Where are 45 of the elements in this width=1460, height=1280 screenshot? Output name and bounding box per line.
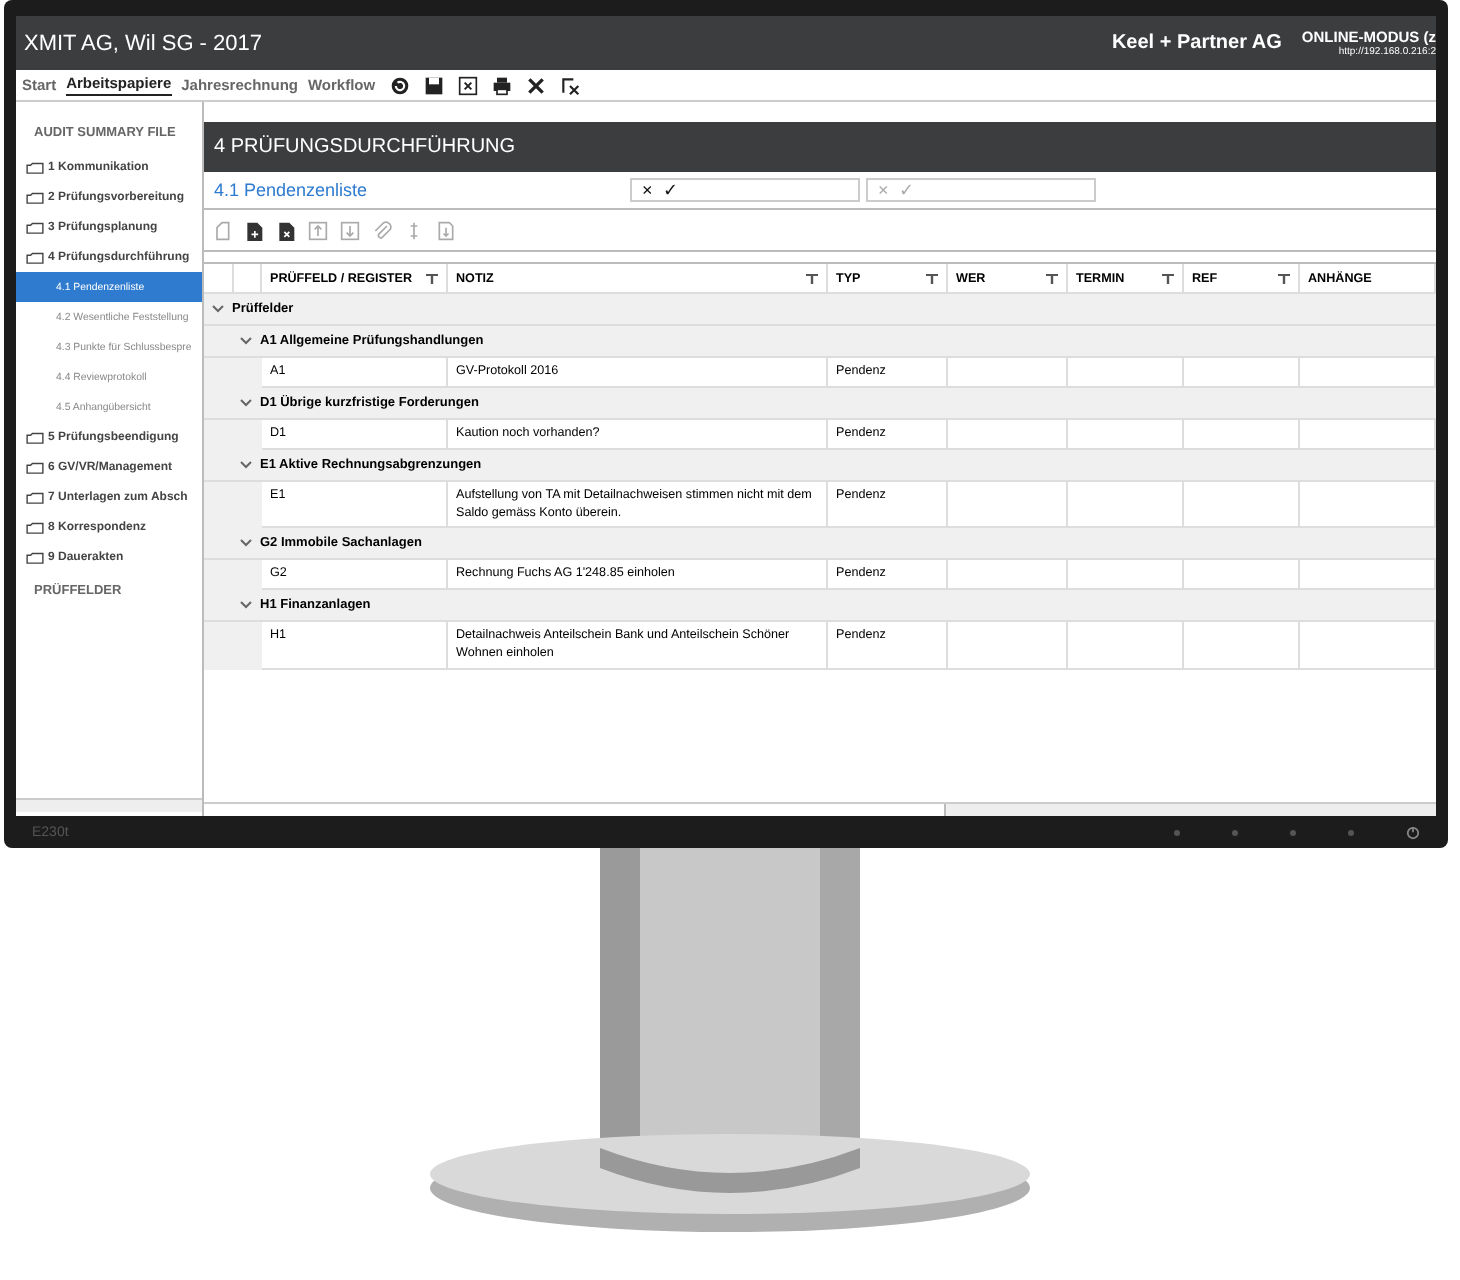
save-icon[interactable] <box>423 75 444 95</box>
refresh-icon[interactable] <box>389 75 410 95</box>
company-name: Keel + Partner AG <box>1111 32 1282 54</box>
chevron-icon[interactable] <box>240 600 252 611</box>
filter-icon[interactable] <box>426 273 438 283</box>
delete-document-icon[interactable] <box>276 219 296 241</box>
table-cell <box>1068 420 1184 450</box>
table-cell <box>1068 622 1184 669</box>
table-cell <box>1184 560 1300 591</box>
input-field[interactable]: × ✓ <box>630 178 860 202</box>
table-cell <box>1068 560 1184 591</box>
filter-icon[interactable] <box>926 273 938 283</box>
filter-icon[interactable] <box>1162 273 1174 283</box>
power-icon[interactable] <box>1406 825 1420 839</box>
filter-icon[interactable] <box>1278 273 1290 283</box>
table-cell <box>1300 420 1436 450</box>
table-cell <box>1184 622 1300 669</box>
table-cell <box>948 560 1068 591</box>
filter-icon[interactable] <box>806 273 818 283</box>
table-cell <box>948 420 1068 450</box>
table-cell <box>1068 482 1184 529</box>
chevron-icon[interactable] <box>240 398 252 408</box>
table-cell <box>948 358 1068 388</box>
print-icon[interactable] <box>491 75 512 95</box>
table-cell <box>1300 482 1436 529</box>
add-document-icon[interactable] <box>244 219 264 241</box>
chevron-icon[interactable] <box>212 304 224 314</box>
table-cell <box>948 482 1068 529</box>
filter-icon[interactable] <box>1046 273 1058 283</box>
chevron-icon[interactable] <box>240 336 252 346</box>
chevron-icon[interactable] <box>240 460 252 470</box>
close-document-icon[interactable] <box>559 75 580 95</box>
table-cell <box>1300 358 1436 388</box>
table-cell <box>1184 358 1300 388</box>
window-title: XMIT AG, Wil SG - 2017 <box>24 31 262 55</box>
table-cell <box>1300 560 1436 591</box>
table-cell <box>1068 358 1184 388</box>
section-header: 4 PRÜFUNGSDURCHFÜHRUNG <box>204 122 1436 172</box>
horizontal-scrollbar[interactable] <box>204 802 1436 816</box>
horizontal-scrollbar[interactable] <box>16 798 202 812</box>
chevron-icon[interactable] <box>240 538 252 549</box>
table-cell <box>948 622 1068 669</box>
page-subtitle: 4.1 Pendenzenliste <box>212 180 370 200</box>
table-cell <box>1184 420 1300 450</box>
table-cell <box>1184 482 1300 529</box>
